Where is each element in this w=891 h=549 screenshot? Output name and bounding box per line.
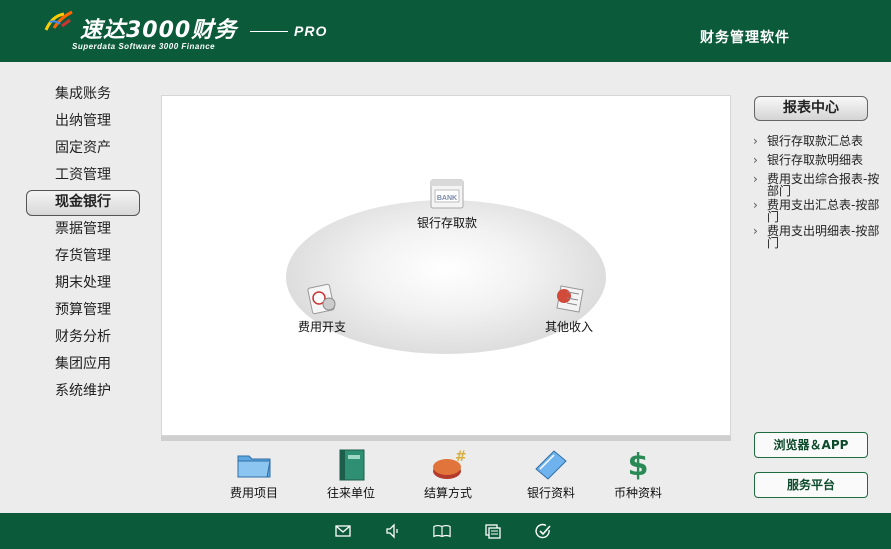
- report-list: › 银行存取款汇总表 › 银行存取款明细表 › 费用支出综合报表-按部门 › 费…: [752, 135, 887, 256]
- svg-text:$: $: [628, 448, 649, 481]
- nav-item-bills[interactable]: 票据管理: [26, 217, 140, 244]
- settlement-methods-button[interactable]: # 结算方式: [408, 447, 488, 501]
- book-icon: [339, 449, 365, 481]
- report-bank-summary[interactable]: › 银行存取款汇总表: [752, 135, 887, 147]
- report-expense-comprehensive[interactable]: › 费用支出综合报表-按部门: [752, 173, 887, 197]
- nav-item-cash-bank[interactable]: 现金银行: [26, 190, 140, 216]
- currency-data-button[interactable]: $ 币种资料: [598, 447, 678, 501]
- nav-item-system-maintenance[interactable]: 系统维护: [26, 379, 140, 406]
- edition-label: PRO: [294, 23, 328, 39]
- expense-items-button[interactable]: 费用项目: [214, 447, 294, 501]
- header-bar: 速达3000财务 Superdata Software 3000 Finance…: [0, 0, 891, 62]
- svg-text:#: #: [455, 449, 467, 465]
- partners-button[interactable]: 往来单位: [311, 447, 391, 501]
- chevron-right-icon: ›: [753, 134, 758, 148]
- nav-item-period-end[interactable]: 期末处理: [26, 271, 140, 298]
- check-circle-icon[interactable]: [534, 522, 552, 540]
- open-book-icon[interactable]: [433, 522, 451, 540]
- bank-data-button[interactable]: 银行资料: [511, 447, 591, 501]
- nav-item-integrated-accounting[interactable]: 集成账务: [26, 82, 140, 109]
- chevron-right-icon: ›: [753, 198, 758, 212]
- expense-label: 费用开支: [297, 320, 346, 334]
- cash-bank-workspace: BANK 银行存取款 费用开支 其他收入: [161, 95, 731, 436]
- header-product-label: 财务管理软件: [700, 30, 790, 46]
- mail-icon[interactable]: [334, 522, 352, 540]
- report-expense-summary[interactable]: › 费用支出汇总表-按部门: [752, 199, 887, 223]
- report-bank-detail[interactable]: › 银行存取款明细表: [752, 154, 887, 166]
- expense-button[interactable]: 费用开支: [287, 282, 357, 335]
- bank-data-label: 银行资料: [526, 486, 575, 500]
- app-title: 速达3000财务: [80, 18, 238, 43]
- income-icon: [556, 285, 584, 313]
- nav-item-group-app[interactable]: 集团应用: [26, 352, 140, 379]
- currency-data-label: 币种资料: [613, 486, 662, 500]
- nav-item-cashier[interactable]: 出纳管理: [26, 109, 140, 136]
- nav-item-payroll[interactable]: 工资管理: [26, 163, 140, 190]
- chevron-right-icon: ›: [753, 153, 758, 167]
- partners-label: 往来单位: [326, 486, 375, 500]
- bank-deposit-withdraw-button[interactable]: BANK 银行存取款: [412, 178, 482, 231]
- report-center-button[interactable]: 报表中心: [754, 96, 868, 121]
- report-label: 费用支出明细表-按部门: [767, 224, 880, 250]
- bank-deposit-withdraw-label: 银行存取款: [416, 216, 477, 230]
- browser-app-button[interactable]: 浏览器＆APP: [754, 432, 868, 458]
- currency-icon: $: [628, 448, 649, 481]
- expense-items-label: 费用项目: [229, 486, 278, 500]
- nav-item-inventory[interactable]: 存货管理: [26, 244, 140, 271]
- window-icon[interactable]: [484, 522, 502, 540]
- speaker-icon[interactable]: [384, 522, 402, 540]
- settlement-icon: #: [433, 449, 467, 479]
- chevron-right-icon: ›: [753, 224, 758, 238]
- base-data-toolbar: 费用项目 往来单位 # 结算方式 银行资料 $ 币种资料: [161, 441, 731, 511]
- settlement-methods-label: 结算方式: [423, 486, 472, 500]
- report-label: 银行存取款明细表: [767, 153, 864, 167]
- report-label: 银行存取款汇总表: [767, 134, 864, 148]
- app-subtitle: Superdata Software 3000 Finance: [72, 42, 216, 51]
- bank-data-icon: [535, 450, 567, 480]
- service-platform-button[interactable]: 服务平台: [754, 472, 868, 498]
- footer-bar: [0, 513, 891, 549]
- chevron-right-icon: ›: [753, 172, 758, 186]
- nav-item-fixed-assets[interactable]: 固定资产: [26, 136, 140, 163]
- expense-icon: [307, 283, 336, 315]
- folder-icon: [237, 455, 271, 478]
- report-label: 费用支出综合报表-按部门: [767, 172, 880, 198]
- title-divider: [250, 31, 288, 32]
- bank-icon-text: BANK: [437, 195, 457, 202]
- nav-item-financial-analysis[interactable]: 财务分析: [26, 325, 140, 352]
- bank-icon: BANK: [430, 179, 464, 209]
- report-label: 费用支出汇总表-按部门: [767, 198, 880, 224]
- logo-mark-icon: [44, 10, 73, 31]
- other-income-label: 其他收入: [544, 320, 593, 334]
- module-nav: 集成账务 出纳管理 固定资产 工资管理 现金银行 票据管理 存货管理 期末处理 …: [26, 82, 140, 406]
- other-income-button[interactable]: 其他收入: [534, 282, 604, 335]
- nav-item-budget[interactable]: 预算管理: [26, 298, 140, 325]
- report-expense-detail[interactable]: › 费用支出明细表-按部门: [752, 225, 887, 249]
